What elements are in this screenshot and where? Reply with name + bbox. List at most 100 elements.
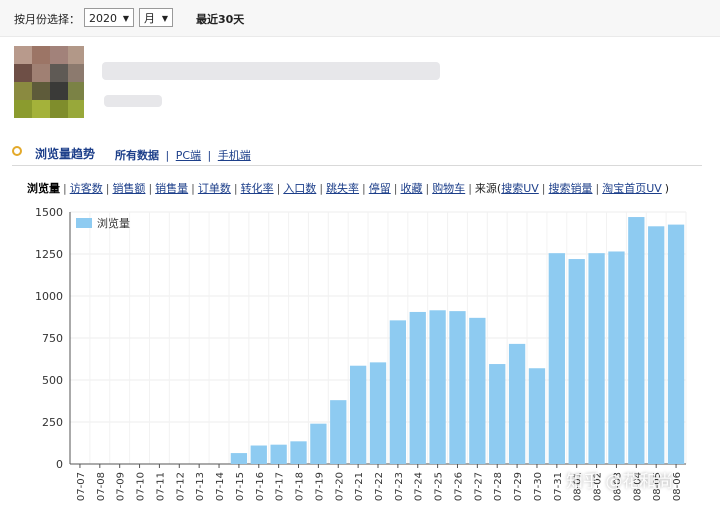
y-tick-label: 250 xyxy=(42,416,63,429)
dropdown-arrow-icon: ▼ xyxy=(122,14,129,23)
y-tick-label: 1000 xyxy=(35,290,63,303)
metric-tabs: 浏览量 | 访客数 | 销售额 | 销售量 | 订单数 | 转化率 | 入口数 | 跳失率 | 停留 | 收藏 | 购物… xyxy=(27,180,669,196)
year-value: 2020 xyxy=(89,12,117,25)
separator: | xyxy=(468,182,472,195)
dropdown-arrow-icon: ▼ xyxy=(161,14,168,23)
separator: | xyxy=(191,182,195,195)
x-tick-label: 07-17 xyxy=(275,472,286,501)
section-title: 浏览量趋势 xyxy=(35,147,96,161)
separator: | xyxy=(541,182,546,195)
bar xyxy=(389,320,407,464)
metric-orders[interactable]: 订单数 xyxy=(198,180,231,196)
bar xyxy=(290,441,307,464)
x-tick-label: 07-14 xyxy=(215,472,226,501)
separator: | xyxy=(362,182,366,195)
metric-favorites[interactable]: 收藏 xyxy=(400,180,422,196)
bar xyxy=(608,251,625,464)
recent-30-days-link[interactable]: 最近30天 xyxy=(196,11,244,27)
separator: | xyxy=(105,182,110,195)
x-tick-label: 07-30 xyxy=(533,472,544,501)
bar xyxy=(528,368,546,464)
bar xyxy=(230,453,248,464)
legend-swatch xyxy=(76,218,92,228)
source-taobao-home-uv[interactable]: 淘宝首页UV xyxy=(602,180,662,196)
legend-label: 浏览量 xyxy=(97,216,130,230)
separator: | xyxy=(207,149,212,162)
bar xyxy=(310,423,327,464)
month-value: 月 xyxy=(144,12,155,25)
x-tick-label: 08-06 xyxy=(672,472,683,501)
metric-sales-volume[interactable]: 销售量 xyxy=(155,180,188,196)
metric-stay-time[interactable]: 停留 xyxy=(369,180,391,196)
metric-entries[interactable]: 入口数 xyxy=(283,180,316,196)
x-tick-label: 07-26 xyxy=(453,472,464,501)
x-tick-label: 07-12 xyxy=(175,472,186,501)
bar xyxy=(270,444,287,464)
separator: | xyxy=(595,182,600,195)
filter-bar: 按月份选择： 2020 ▼ 月 ▼ 最近30天 xyxy=(0,0,720,37)
bar xyxy=(628,217,645,464)
watermark: 知乎 @花和尚 xyxy=(566,472,674,492)
section-header: 浏览量趋势 所有数据 | PC端 | 手机端 xyxy=(12,143,702,166)
bar xyxy=(588,253,605,464)
x-tick-label: 07-27 xyxy=(473,472,484,501)
circle-bullet-icon xyxy=(12,146,22,156)
blurred-shop-info xyxy=(104,95,162,107)
metric-cart[interactable]: 购物车 xyxy=(432,180,465,196)
source-search-uv[interactable]: 搜索UV xyxy=(501,180,539,196)
x-tick-label: 07-29 xyxy=(513,472,524,501)
bar xyxy=(667,224,685,464)
bar xyxy=(508,343,526,464)
separator: | xyxy=(63,182,67,195)
x-tick-label: 07-07 xyxy=(76,472,87,501)
separator: | xyxy=(276,182,281,195)
blurred-shop-name xyxy=(102,62,440,80)
tab-pc[interactable]: PC端 xyxy=(176,147,201,163)
shop-avatar xyxy=(14,46,84,118)
metric-conversion-rate[interactable]: 转化率 xyxy=(241,180,274,196)
metric-visitors[interactable]: 访客数 xyxy=(70,180,103,196)
year-select[interactable]: 2020 ▼ xyxy=(84,8,134,27)
separator: | xyxy=(148,182,153,195)
metric-pageviews[interactable]: 浏览量 xyxy=(27,180,60,196)
bar xyxy=(568,259,585,464)
bar xyxy=(250,445,267,464)
x-tick-label: 07-15 xyxy=(235,472,246,501)
bar xyxy=(489,364,506,464)
bar xyxy=(409,311,426,464)
bar xyxy=(330,400,347,464)
tab-mobile[interactable]: 手机端 xyxy=(218,147,251,163)
separator: | xyxy=(319,182,324,195)
source-label: 来源( xyxy=(474,182,502,195)
bar xyxy=(469,317,486,464)
x-tick-label: 07-16 xyxy=(255,472,266,501)
separator: | xyxy=(425,182,430,195)
source-search-sales[interactable]: 搜索销量 xyxy=(549,180,593,196)
x-tick-label: 07-20 xyxy=(334,472,345,501)
device-tabs: 所有数据 | PC端 | 手机端 xyxy=(115,147,251,163)
bar xyxy=(548,253,565,464)
source-close: ) xyxy=(664,182,670,195)
filter-label: 按月份选择： xyxy=(14,13,80,26)
x-tick-label: 07-25 xyxy=(434,472,445,501)
x-tick-label: 07-11 xyxy=(155,472,166,501)
y-tick-label: 1500 xyxy=(35,206,63,219)
month-select[interactable]: 月 ▼ xyxy=(139,8,173,27)
separator: | xyxy=(233,182,238,195)
bar xyxy=(349,365,367,464)
bar xyxy=(449,311,466,464)
separator: | xyxy=(165,149,170,162)
y-tick-label: 500 xyxy=(42,374,63,387)
metric-bounce-rate[interactable]: 跳失率 xyxy=(326,180,359,196)
y-tick-label: 750 xyxy=(42,332,63,345)
bar xyxy=(369,362,387,464)
x-tick-label: 07-28 xyxy=(493,472,504,501)
x-tick-label: 07-19 xyxy=(314,472,325,501)
y-tick-label: 0 xyxy=(56,458,63,471)
tab-all-data[interactable]: 所有数据 xyxy=(115,147,159,163)
bar xyxy=(648,226,665,464)
x-tick-label: 07-22 xyxy=(374,472,385,501)
x-tick-label: 07-10 xyxy=(136,472,147,501)
x-tick-label: 07-23 xyxy=(394,472,405,501)
metric-sales-amount[interactable]: 销售额 xyxy=(112,180,145,196)
